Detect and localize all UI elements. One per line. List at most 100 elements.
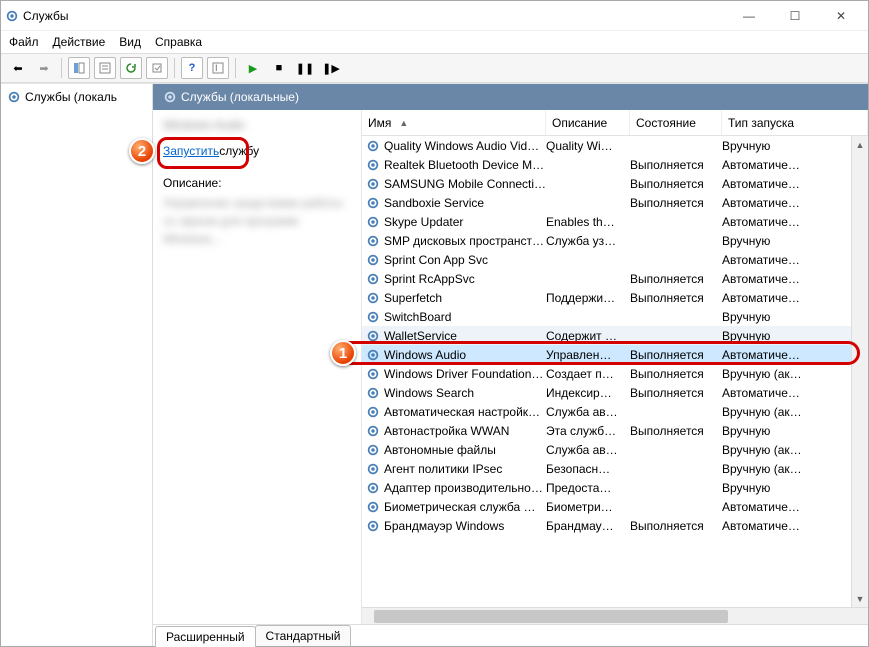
service-row[interactable]: SwitchBoardВручную	[362, 307, 868, 326]
service-name: SwitchBoard	[384, 310, 451, 324]
service-status: Выполняется	[630, 272, 722, 286]
service-desc: Индексир…	[546, 386, 630, 400]
service-row[interactable]: Windows SearchИндексир…ВыполняетсяАвтома…	[362, 383, 868, 402]
service-row[interactable]: Realtek Bluetooth Device M…ВыполняетсяАв…	[362, 155, 868, 174]
gear-icon	[366, 386, 380, 400]
service-row[interactable]: Skype UpdaterEnables th…Автоматиче…	[362, 212, 868, 231]
service-row[interactable]: Автономные файлыСлужба ав…Вручную (ак…	[362, 440, 868, 459]
service-row[interactable]: SuperfetchПоддержи…ВыполняетсяАвтоматиче…	[362, 288, 868, 307]
menu-help[interactable]: Справка	[155, 35, 202, 49]
service-desc: Quality Wi…	[546, 139, 630, 153]
titlebar: Службы — ☐ ✕	[1, 1, 868, 31]
service-row[interactable]: Windows AudioУправлен…ВыполняетсяАвтомат…	[362, 345, 868, 364]
detail-panel: Windows Audio 2 Запустить службу Описани…	[153, 110, 361, 624]
service-row[interactable]: Автонастройка WWANЭта служб…ВыполняетсяВ…	[362, 421, 868, 440]
scroll-down-icon[interactable]: ▼	[852, 590, 868, 607]
service-startup: Вручную (ак…	[722, 443, 864, 457]
service-startup: Автоматиче…	[722, 291, 864, 305]
sort-asc-icon: ▲	[399, 118, 408, 128]
maximize-button[interactable]: ☐	[772, 2, 818, 30]
gear-icon	[366, 462, 380, 476]
toolbar: ⬅ ➡ ? i ▶ ■ ❚❚ ❚▶	[1, 53, 868, 83]
service-row[interactable]: SAMSUNG Mobile Connecti…ВыполняетсяАвтом…	[362, 174, 868, 193]
service-row[interactable]: Автоматическая настройк…Служба ав…Вручну…	[362, 402, 868, 421]
start-suffix: службу	[219, 144, 259, 158]
restart-service-button[interactable]: ❚▶	[320, 57, 342, 79]
service-row[interactable]: Sprint Con App SvcАвтоматиче…	[362, 250, 868, 269]
service-row[interactable]: Биометрическая служба …Биометри…Автомати…	[362, 497, 868, 516]
service-row[interactable]: Sprint RcAppSvcВыполняетсяАвтоматиче…	[362, 269, 868, 288]
help-button[interactable]: ?	[181, 57, 203, 79]
start-service-link[interactable]: Запустить	[163, 144, 219, 158]
tree-node-services[interactable]: Службы (локаль	[5, 88, 148, 106]
service-startup: Вручную (ак…	[722, 405, 864, 419]
service-status: Выполняется	[630, 424, 722, 438]
tree-pane: Службы (локаль	[1, 84, 153, 646]
minimize-button[interactable]: —	[726, 2, 772, 30]
stop-service-button[interactable]: ■	[268, 57, 290, 79]
service-row[interactable]: Агент политики IPsecБезопасн…Вручную (ак…	[362, 459, 868, 478]
content: Windows Audio 2 Запустить службу Описани…	[153, 110, 868, 624]
pane-title: Службы (локальные)	[181, 90, 299, 104]
service-startup: Вручную	[722, 481, 864, 495]
menu-action[interactable]: Действие	[53, 35, 106, 49]
col-desc[interactable]: Описание	[546, 110, 630, 135]
service-row[interactable]: Windows Driver Foundation…Создает п…Выпо…	[362, 364, 868, 383]
service-row[interactable]: Quality Windows Audio Vid… Quality Wi… Вру…	[362, 136, 868, 155]
back-button[interactable]: ⬅	[7, 57, 29, 79]
service-startup: Автоматиче…	[722, 215, 864, 229]
forward-button[interactable]: ➡	[33, 57, 55, 79]
service-name: Windows Driver Foundation…	[384, 367, 543, 381]
gear-icon	[366, 424, 380, 438]
service-startup: Автоматиче…	[722, 253, 864, 267]
service-row[interactable]: SMP дисковых пространст…Служба уз…Вручну…	[362, 231, 868, 250]
pause-service-button[interactable]: ❚❚	[294, 57, 316, 79]
gear-icon	[7, 90, 21, 104]
col-startup[interactable]: Тип запуска	[722, 110, 868, 135]
service-row[interactable]: Sandboxie ServiceВыполняетсяАвтоматиче…	[362, 193, 868, 212]
help2-button[interactable]: i	[207, 57, 229, 79]
service-startup: Вручную	[722, 234, 864, 248]
properties-button[interactable]	[94, 57, 116, 79]
export-button[interactable]	[146, 57, 168, 79]
service-startup: Автоматиче…	[722, 272, 864, 286]
gear-icon	[366, 234, 380, 248]
start-service-button[interactable]: ▶	[242, 57, 264, 79]
service-desc: Поддержи…	[546, 291, 630, 305]
close-button[interactable]: ✕	[818, 2, 864, 30]
refresh-button[interactable]	[120, 57, 142, 79]
service-name: Skype Updater	[384, 215, 463, 229]
service-name: Quality Windows Audio Vid…	[384, 139, 539, 153]
col-name[interactable]: Имя▲	[362, 110, 546, 135]
window-title: Службы	[23, 9, 726, 23]
service-name: Биометрическая служба …	[384, 500, 536, 514]
service-row[interactable]: Адаптер производительно…Предоста…Вручную	[362, 478, 868, 497]
selected-service-name: Windows Audio	[163, 118, 351, 132]
menu-file[interactable]: Файл	[9, 35, 39, 49]
service-desc: Содержит …	[546, 329, 630, 343]
tab-standard[interactable]: Стандартный	[255, 625, 352, 646]
service-desc: Управлен…	[546, 348, 630, 362]
view-tabs: Расширенный Стандартный	[153, 624, 868, 646]
service-row[interactable]: WalletServiceСодержит …Вручную	[362, 326, 868, 345]
service-name: SAMSUNG Mobile Connecti…	[384, 177, 546, 191]
vertical-scrollbar[interactable]: ▲ ▼	[851, 136, 868, 607]
col-status[interactable]: Состояние	[630, 110, 722, 135]
gear-icon	[366, 215, 380, 229]
gear-icon	[366, 481, 380, 495]
horizontal-scrollbar[interactable]	[362, 607, 868, 624]
menu-view[interactable]: Вид	[119, 35, 141, 49]
body: Службы (локаль Службы (локальные) Window…	[1, 83, 868, 646]
service-desc: Создает п…	[546, 367, 630, 381]
scroll-up-icon[interactable]: ▲	[852, 136, 868, 153]
tab-extended[interactable]: Расширенный	[155, 626, 256, 647]
service-status: Выполняется	[630, 196, 722, 210]
service-name: WalletService	[384, 329, 457, 343]
service-desc: Брандмау…	[546, 519, 630, 533]
description-label: Описание:	[163, 176, 351, 190]
gear-icon	[366, 348, 380, 362]
rows-container[interactable]: Quality Windows Audio Vid… Quality Wi… Вру…	[362, 136, 868, 607]
show-hide-tree-button[interactable]	[68, 57, 90, 79]
service-row[interactable]: Брандмауэр WindowsБрандмау…ВыполняетсяАв…	[362, 516, 868, 535]
service-startup: Вручную	[722, 139, 864, 153]
